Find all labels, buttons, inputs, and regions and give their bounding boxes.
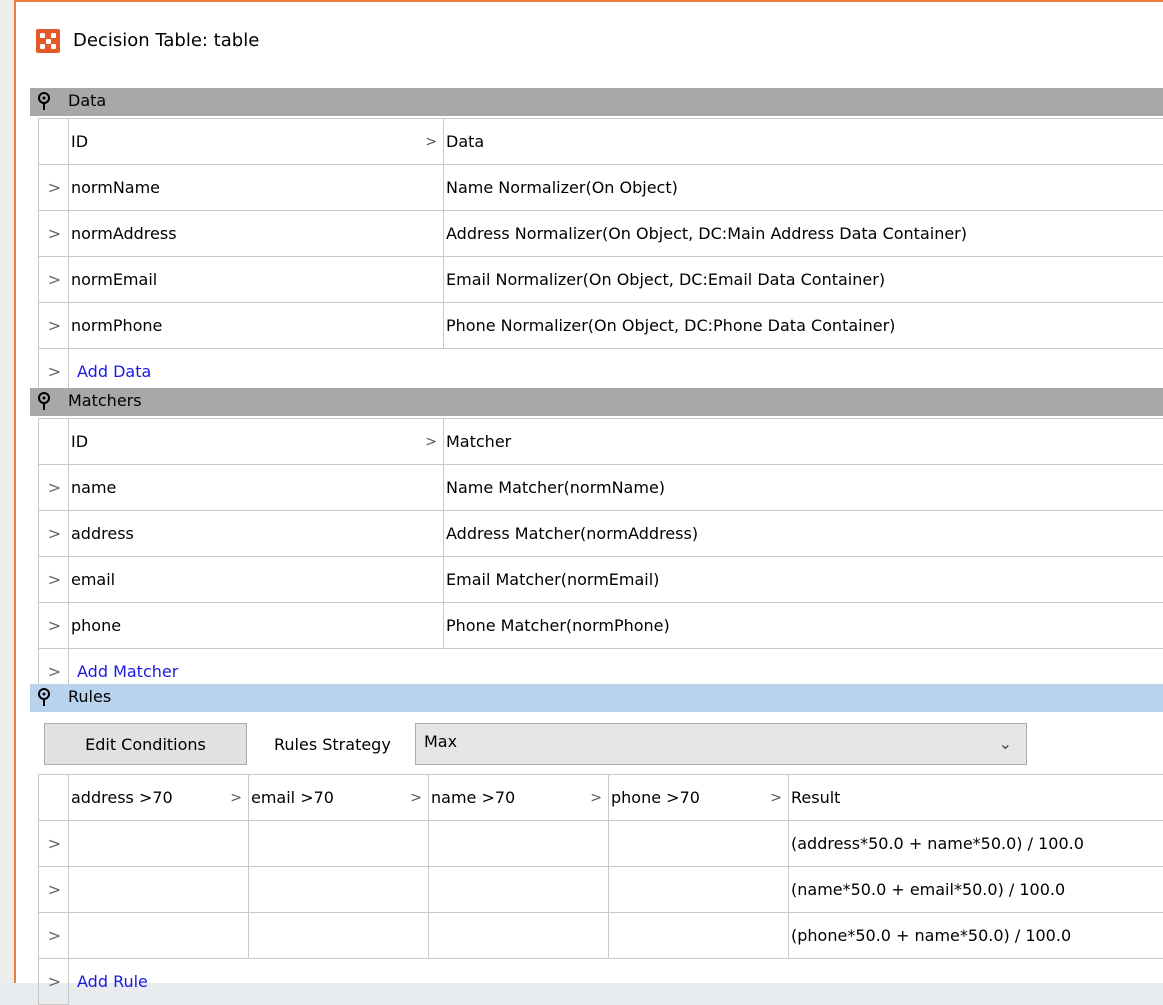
column-header-id[interactable]: ID> bbox=[69, 419, 444, 465]
condition-cell[interactable] bbox=[69, 867, 249, 913]
column-header-phone[interactable]: phone >70> bbox=[609, 775, 789, 821]
chevron-right-icon: > bbox=[230, 790, 242, 806]
data-value-cell[interactable]: Address Normalizer(On Object, DC:Main Ad… bbox=[444, 211, 1163, 257]
chevron-right-icon: > bbox=[770, 790, 782, 806]
rules-strategy-value: Max bbox=[424, 732, 457, 751]
condition-cell[interactable] bbox=[69, 913, 249, 959]
edit-conditions-button[interactable]: Edit Conditions bbox=[44, 723, 247, 765]
row-expand-icon[interactable]: > bbox=[39, 867, 69, 913]
condition-cell[interactable] bbox=[429, 913, 609, 959]
matcher-id-cell[interactable]: email bbox=[69, 557, 444, 603]
window-title: Decision Table: table bbox=[73, 30, 259, 51]
condition-cell[interactable] bbox=[249, 913, 429, 959]
column-header-result[interactable]: Result bbox=[789, 775, 1163, 821]
row-expand-icon[interactable]: > bbox=[39, 257, 69, 303]
column-header-email[interactable]: email >70> bbox=[249, 775, 429, 821]
result-cell[interactable]: (address*50.0 + name*50.0) / 100.0 bbox=[789, 821, 1163, 867]
column-header-id[interactable]: ID> bbox=[69, 119, 444, 165]
condition-cell[interactable] bbox=[69, 821, 249, 867]
data-value-cell[interactable]: Phone Normalizer(On Object, DC:Phone Dat… bbox=[444, 303, 1163, 349]
data-id-cell[interactable]: normEmail bbox=[69, 257, 444, 303]
table-row[interactable]: > name Name Matcher(normName) bbox=[39, 465, 1163, 511]
data-table: ID> Data > normName Name Normalizer(On O… bbox=[38, 118, 1163, 395]
condition-cell[interactable] bbox=[429, 867, 609, 913]
row-expand-icon[interactable]: > bbox=[39, 165, 69, 211]
result-cell[interactable]: (name*50.0 + email*50.0) / 100.0 bbox=[789, 867, 1163, 913]
table-header-row: ID> Data bbox=[39, 119, 1163, 165]
matcher-value-cell[interactable]: Address Matcher(normAddress) bbox=[444, 511, 1163, 557]
chevron-down-icon: ⌄ bbox=[999, 734, 1012, 753]
table-header-row: address >70> email >70> name >70> phone … bbox=[39, 775, 1163, 821]
matchers-section-header[interactable]: Matchers bbox=[30, 388, 1163, 416]
pin-icon bbox=[37, 92, 51, 112]
column-header-name[interactable]: name >70> bbox=[429, 775, 609, 821]
matcher-id-cell[interactable]: name bbox=[69, 465, 444, 511]
rules-table: address >70> email >70> name >70> phone … bbox=[38, 774, 1163, 1005]
add-matcher-link[interactable]: Add Matcher bbox=[71, 662, 178, 681]
decision-table-icon bbox=[36, 29, 60, 53]
matcher-value-cell[interactable]: Phone Matcher(normPhone) bbox=[444, 603, 1163, 649]
table-row[interactable]: > normEmail Email Normalizer(On Object, … bbox=[39, 257, 1163, 303]
matcher-value-cell[interactable]: Email Matcher(normEmail) bbox=[444, 557, 1163, 603]
chevron-right-icon: > bbox=[410, 790, 422, 806]
data-value-cell[interactable]: Email Normalizer(On Object, DC:Email Dat… bbox=[444, 257, 1163, 303]
data-id-cell[interactable]: normAddress bbox=[69, 211, 444, 257]
rules-section-title: Rules bbox=[68, 687, 111, 706]
column-header-address[interactable]: address >70> bbox=[69, 775, 249, 821]
data-section-title: Data bbox=[68, 91, 106, 110]
rules-section-header[interactable]: Rules bbox=[30, 684, 1163, 712]
data-id-cell[interactable]: normName bbox=[69, 165, 444, 211]
condition-cell[interactable] bbox=[609, 867, 789, 913]
result-cell[interactable]: (phone*50.0 + name*50.0) / 100.0 bbox=[789, 913, 1163, 959]
row-expand-icon[interactable]: > bbox=[39, 211, 69, 257]
matcher-value-cell[interactable]: Name Matcher(normName) bbox=[444, 465, 1163, 511]
data-id-cell[interactable]: normPhone bbox=[69, 303, 444, 349]
add-row: > Add Rule bbox=[39, 959, 1163, 1005]
chevron-right-icon: > bbox=[425, 134, 437, 150]
row-expand-icon[interactable]: > bbox=[39, 603, 69, 649]
pin-icon bbox=[37, 392, 51, 412]
condition-cell[interactable] bbox=[249, 867, 429, 913]
matcher-id-cell[interactable]: phone bbox=[69, 603, 444, 649]
pin-icon bbox=[37, 688, 51, 708]
data-value-cell[interactable]: Name Normalizer(On Object) bbox=[444, 165, 1163, 211]
table-header-row: ID> Matcher bbox=[39, 419, 1163, 465]
add-rule-link[interactable]: Add Rule bbox=[71, 972, 148, 991]
condition-cell[interactable] bbox=[249, 821, 429, 867]
row-expand-icon[interactable]: > bbox=[39, 465, 69, 511]
condition-cell[interactable] bbox=[429, 821, 609, 867]
table-row[interactable]: > (name*50.0 + email*50.0) / 100.0 bbox=[39, 867, 1163, 913]
row-expand-icon: > bbox=[39, 959, 69, 1005]
chevron-right-icon: > bbox=[425, 434, 437, 450]
decision-table-window: Decision Table: table Data ID> Data > no… bbox=[14, 0, 1163, 983]
chevron-right-icon: > bbox=[590, 790, 602, 806]
column-header-data[interactable]: Data bbox=[444, 119, 1163, 165]
table-row[interactable]: > address Address Matcher(normAddress) bbox=[39, 511, 1163, 557]
matchers-section-title: Matchers bbox=[68, 391, 142, 410]
table-row[interactable]: > phone Phone Matcher(normPhone) bbox=[39, 603, 1163, 649]
table-row[interactable]: > (phone*50.0 + name*50.0) / 100.0 bbox=[39, 913, 1163, 959]
table-row[interactable]: > email Email Matcher(normEmail) bbox=[39, 557, 1163, 603]
data-section-header[interactable]: Data bbox=[30, 88, 1163, 116]
matchers-table: ID> Matcher > name Name Matcher(normName… bbox=[38, 418, 1163, 695]
matcher-id-cell[interactable]: address bbox=[69, 511, 444, 557]
column-header-matcher[interactable]: Matcher bbox=[444, 419, 1163, 465]
row-expand-icon[interactable]: > bbox=[39, 821, 69, 867]
table-row[interactable]: > normPhone Phone Normalizer(On Object, … bbox=[39, 303, 1163, 349]
table-row[interactable]: > normAddress Address Normalizer(On Obje… bbox=[39, 211, 1163, 257]
rules-strategy-select[interactable]: Max ⌄ bbox=[415, 723, 1027, 765]
table-row[interactable]: > normName Name Normalizer(On Object) bbox=[39, 165, 1163, 211]
row-expand-icon[interactable]: > bbox=[39, 557, 69, 603]
background bbox=[0, 0, 14, 983]
table-row[interactable]: > (address*50.0 + name*50.0) / 100.0 bbox=[39, 821, 1163, 867]
title-bar: Decision Table: table bbox=[16, 2, 1163, 84]
condition-cell[interactable] bbox=[609, 913, 789, 959]
rules-strategy-label: Rules Strategy bbox=[274, 735, 391, 754]
condition-cell[interactable] bbox=[609, 821, 789, 867]
add-data-link[interactable]: Add Data bbox=[71, 362, 151, 381]
row-expand-icon[interactable]: > bbox=[39, 511, 69, 557]
row-expand-icon[interactable]: > bbox=[39, 303, 69, 349]
row-expand-icon[interactable]: > bbox=[39, 913, 69, 959]
